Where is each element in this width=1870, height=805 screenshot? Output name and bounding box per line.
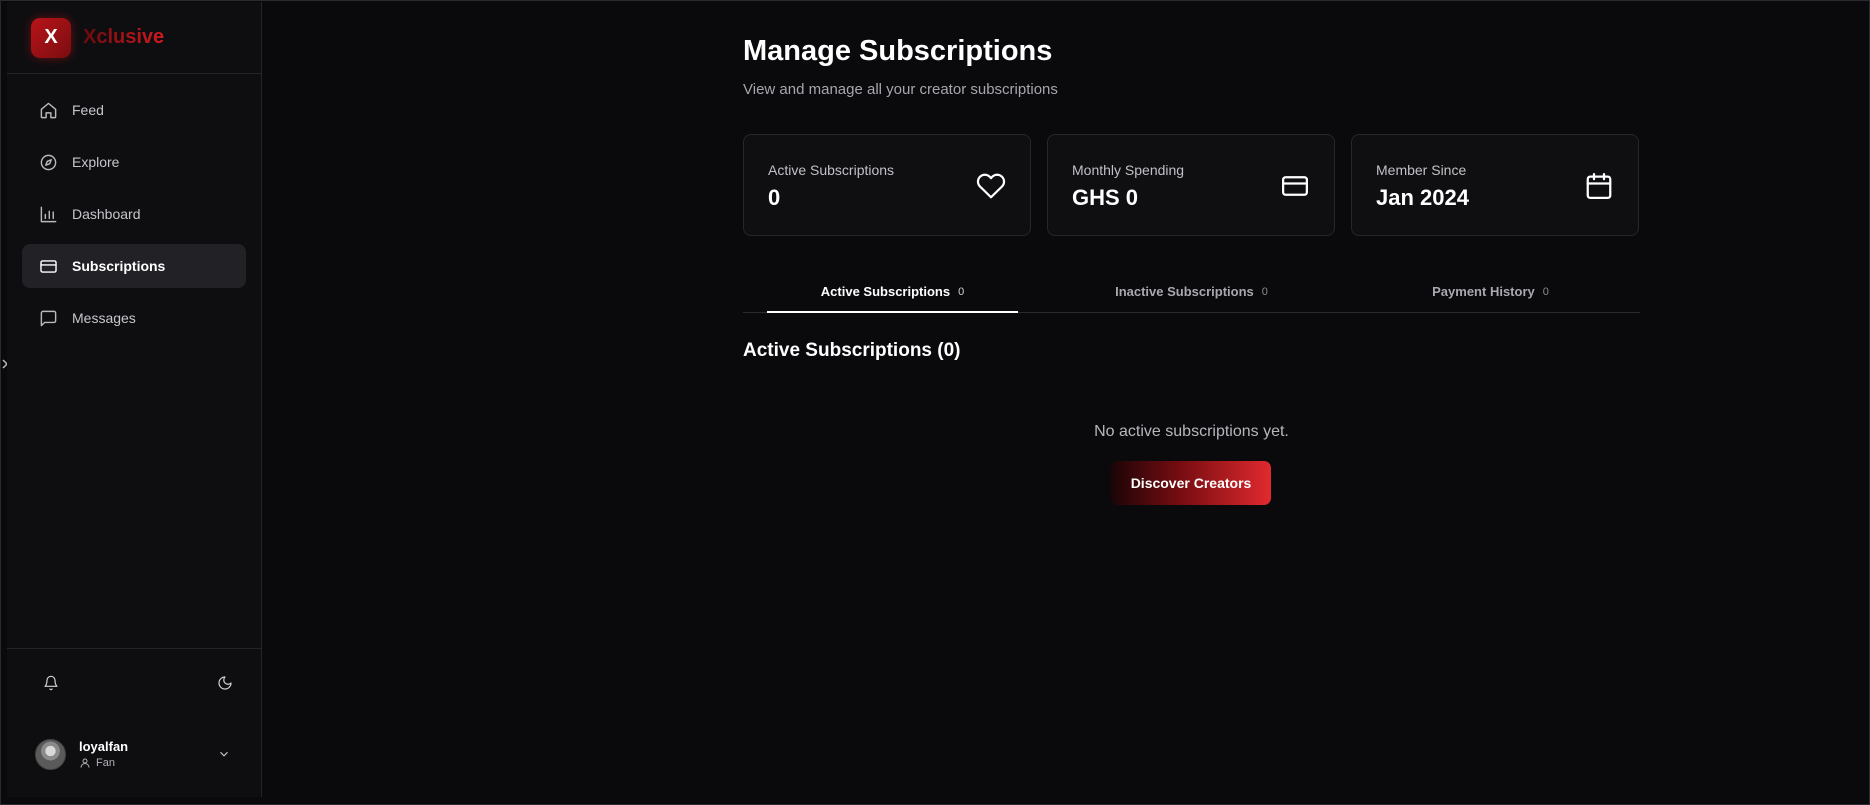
empty-state-text: No active subscriptions yet. [1094, 423, 1289, 440]
stat-card-monthly-spending: Monthly Spending GHS 0 [1047, 134, 1335, 236]
page-subtitle: View and manage all your creator subscri… [743, 81, 1058, 98]
user-role-label: Fan [96, 757, 115, 769]
brand[interactable]: X Xclusive [7, 2, 261, 74]
page-title: Manage Subscriptions [743, 35, 1053, 67]
user-role: Fan [79, 757, 128, 769]
sidebar-item-feed[interactable]: Feed [22, 88, 246, 132]
stat-card-member-since: Member Since Jan 2024 [1351, 134, 1639, 236]
calendar-icon [1584, 171, 1614, 201]
discover-creators-button[interactable]: Discover Creators [1111, 461, 1271, 505]
sidebar-nav: Feed Explore Dashboard Subscriptions Mes… [7, 74, 261, 340]
sidebar-item-explore[interactable]: Explore [22, 140, 246, 184]
heart-icon [976, 171, 1006, 201]
sidebar-item-label: Dashboard [72, 206, 141, 222]
tab-count: 0 [958, 285, 965, 298]
stat-value: 0 [768, 185, 781, 210]
stat-card-active-subscriptions: Active Subscriptions 0 [743, 134, 1031, 236]
app-window: X Xclusive Feed Explore Dashboard Subscr… [0, 0, 1870, 805]
sidebar-item-messages[interactable]: Messages [22, 296, 246, 340]
section-title: Active Subscriptions (0) [743, 340, 961, 361]
tab-active-subscriptions[interactable]: Active Subscriptions 0 [743, 271, 1042, 313]
tab-inactive-subscriptions[interactable]: Inactive Subscriptions 0 [1042, 271, 1341, 312]
utility-row [7, 649, 261, 721]
sidebar-item-subscriptions[interactable]: Subscriptions [22, 244, 246, 288]
tab-label: Payment History [1432, 284, 1535, 299]
avatar [35, 738, 66, 770]
sidebar: X Xclusive Feed Explore Dashboard Subscr… [7, 2, 262, 797]
sidebar-footer: loyalfan Fan [7, 648, 261, 787]
stat-label: Monthly Spending [1072, 162, 1185, 178]
stats-row: Active Subscriptions 0 Monthly Spending … [743, 134, 1640, 236]
user-menu[interactable]: loyalfan Fan [7, 721, 261, 787]
user-meta: loyalfan Fan [79, 739, 128, 769]
logo-badge: X [31, 17, 71, 58]
bell-icon[interactable] [43, 675, 59, 696]
stat-label: Member Since [1376, 162, 1467, 178]
user-name: loyalfan [79, 739, 129, 754]
stat-label: Active Subscriptions [768, 162, 895, 178]
credit-card-icon [38, 256, 58, 276]
moon-icon[interactable] [217, 675, 233, 696]
subscription-tabs: Active Subscriptions 0 Inactive Subscrip… [743, 271, 1640, 313]
tab-payment-history[interactable]: Payment History 0 [1341, 271, 1640, 312]
tab-count: 0 [1542, 285, 1549, 298]
compass-icon [38, 152, 58, 172]
stat-value: GHS 0 [1072, 185, 1139, 210]
sidebar-item-label: Subscriptions [72, 258, 166, 274]
sidebar-item-label: Explore [72, 154, 120, 170]
user-icon [80, 758, 90, 768]
bar-chart-icon [38, 204, 58, 224]
sidebar-item-label: Feed [72, 102, 104, 118]
chevron-down-icon[interactable] [217, 747, 231, 766]
tab-label: Inactive Subscriptions [1115, 284, 1254, 299]
tab-count: 0 [1261, 285, 1268, 298]
credit-card-icon [1280, 171, 1310, 201]
home-icon [38, 100, 58, 120]
sidebar-item-dashboard[interactable]: Dashboard [22, 192, 246, 236]
tab-label: Active Subscriptions [820, 284, 951, 299]
message-square-icon [38, 308, 58, 328]
sidebar-item-label: Messages [72, 310, 136, 326]
brand-name: Xclusive [83, 26, 165, 48]
stat-value: Jan 2024 [1376, 185, 1469, 210]
